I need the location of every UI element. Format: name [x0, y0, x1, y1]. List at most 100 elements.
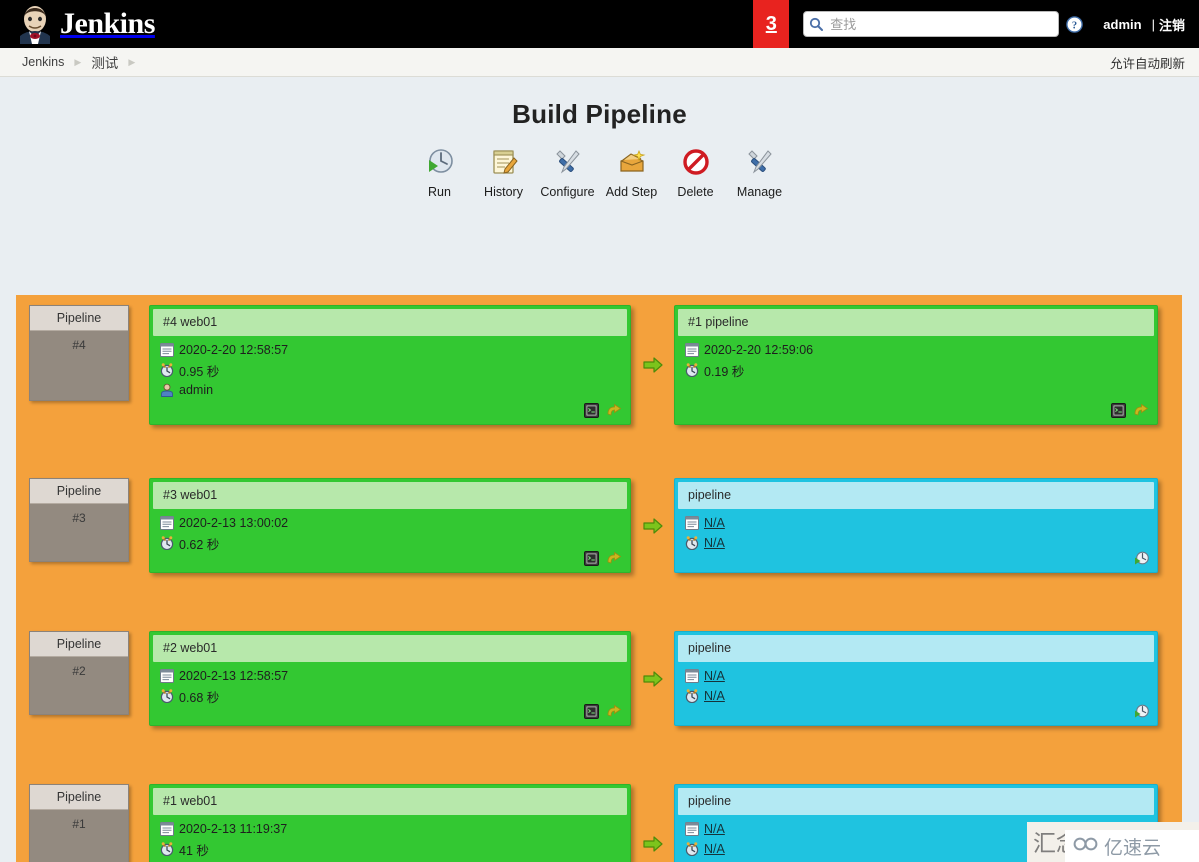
build-queue-badge[interactable]: 3 [753, 0, 790, 48]
cloud-logo-icon [1073, 835, 1099, 858]
breadcrumb-item-jenkins[interactable]: Jenkins [22, 55, 64, 69]
stage-card-title[interactable]: #1 pipeline [678, 309, 1154, 336]
console-output-icon[interactable] [584, 551, 599, 566]
trigger-run-icon[interactable] [1134, 551, 1149, 566]
svg-text:?: ? [1072, 20, 1077, 31]
stage-timestamp-text[interactable]: N/A [704, 669, 725, 683]
stage-card-title[interactable]: #3 web01 [153, 482, 627, 509]
history-notepad-icon [489, 146, 519, 178]
stage-timestamp-text[interactable]: N/A [704, 516, 725, 530]
pipeline-stage-card[interactable]: pipeline N/A N/A [674, 631, 1158, 726]
pipeline-header-title: Pipeline [30, 632, 128, 657]
rerun-arrow-icon[interactable] [607, 551, 622, 566]
stage-card-title[interactable]: #2 web01 [153, 635, 627, 662]
clock-icon [685, 842, 699, 857]
search-input[interactable] [803, 11, 1060, 37]
watermark-overlay: 汇念 亿速云 [1027, 822, 1199, 862]
trigger-run-icon[interactable] [1134, 704, 1149, 719]
flow-arrow-icon [643, 671, 663, 692]
stage-timestamp: N/A [685, 666, 1147, 686]
top-navigation-bar: Jenkins 3 ? admin | 注销 [0, 0, 1199, 48]
configure-button[interactable]: Configure [536, 146, 600, 199]
console-output-icon[interactable] [584, 403, 599, 418]
pipeline-stage-card[interactable]: pipeline N/A N/A [674, 478, 1158, 573]
pipeline-header-box[interactable]: Pipeline #3 [29, 478, 129, 562]
flow-connector-arrow [643, 670, 663, 688]
build-pipeline-panel: Pipeline #4 #4 web01 2020-2-20 12:58:57 0.95… [16, 295, 1182, 862]
stage-card-actions [584, 704, 622, 719]
history-button[interactable]: History [472, 146, 536, 199]
flow-arrow-icon [643, 836, 663, 857]
flow-connector-arrow [643, 835, 663, 853]
pipeline-stage-card[interactable]: #3 web01 2020-2-13 13:00:02 0.62 秒 [149, 478, 631, 573]
add-step-label: Add Step [605, 185, 658, 199]
stage-card-title[interactable]: pipeline [678, 635, 1154, 662]
run-label: Run [428, 185, 451, 199]
pipeline-stage-card[interactable]: #2 web01 2020-2-13 12:58:57 0.68 秒 [149, 631, 631, 726]
watermark-badge-text: 亿速云 [1104, 837, 1162, 859]
auto-refresh-link[interactable]: 允许自动刷新 [1110, 53, 1185, 72]
pipeline-stage-card[interactable]: #4 web01 2020-2-20 12:58:57 0.95 秒 admin [149, 305, 631, 425]
breadcrumb-item-project[interactable]: 测试 [91, 52, 118, 72]
stage-card-title[interactable]: pipeline [678, 482, 1154, 509]
stage-timestamp-text: 2020-2-20 12:58:57 [179, 343, 289, 357]
current-user-label[interactable]: admin [1103, 17, 1141, 32]
stage-duration: 0.68 秒 [160, 686, 620, 706]
stage-duration: 0.19 秒 [685, 360, 1147, 380]
stage-card-body: 2020-2-20 12:59:06 0.19 秒 [675, 336, 1157, 380]
configure-wrench-icon [553, 146, 583, 178]
header-separator: | [1151, 16, 1155, 32]
stage-duration: N/A [685, 686, 1147, 706]
manage-button[interactable]: Manage [728, 146, 792, 199]
stage-card-title[interactable]: #1 web01 [153, 788, 627, 815]
stage-card-actions [1134, 704, 1149, 719]
stage-card-title[interactable]: pipeline [678, 788, 1154, 815]
breadcrumb: Jenkins ▶ 测试 ▶ 允许自动刷新 [0, 48, 1199, 77]
pipeline-header-box[interactable]: Pipeline #1 [29, 784, 129, 862]
delete-button[interactable]: Delete [664, 146, 728, 199]
stage-duration-text: 41 秒 [179, 843, 209, 858]
clock-icon [685, 536, 699, 551]
pipeline-header-box[interactable]: Pipeline #2 [29, 631, 129, 715]
calendar-icon [685, 669, 699, 683]
pipeline-header-title: Pipeline [30, 785, 128, 810]
calendar-icon [685, 822, 699, 836]
stage-duration-text: 0.62 秒 [179, 537, 220, 552]
stage-card-body: N/A N/A [675, 509, 1157, 553]
stage-duration: 41 秒 [160, 839, 620, 859]
flow-arrow-icon [643, 357, 663, 378]
calendar-icon [160, 343, 174, 357]
jenkins-home-link[interactable]: Jenkins [0, 0, 155, 48]
pipeline-stage-card[interactable]: #1 web012020-2-13 11:19:3741 秒admin [149, 784, 631, 862]
run-clock-play-icon [425, 146, 455, 178]
watermark-badge: 亿速云 [1065, 830, 1199, 862]
chevron-right-icon: ▶ [128, 56, 136, 67]
rerun-arrow-icon[interactable] [607, 704, 622, 719]
pipeline-header-box[interactable]: Pipeline #4 [29, 305, 129, 401]
stage-timestamp-text[interactable]: N/A [704, 822, 725, 836]
delete-forbidden-icon [681, 146, 711, 178]
stage-timestamp: 2020-2-20 12:58:57 [160, 340, 620, 360]
rerun-arrow-icon[interactable] [607, 403, 622, 418]
delete-label: Delete [677, 185, 714, 199]
stage-timestamp: 2020-2-13 13:00:02 [160, 513, 620, 533]
stage-duration-text: 0.68 秒 [179, 690, 220, 705]
flow-connector-arrow [643, 356, 663, 374]
add-step-button[interactable]: Add Step [600, 146, 664, 199]
logout-link[interactable]: 注销 [1159, 15, 1185, 34]
run-button[interactable]: Run [408, 146, 472, 199]
stage-duration-text[interactable]: N/A [704, 842, 725, 856]
stage-card-body: N/A N/A [675, 662, 1157, 706]
chevron-right-icon: ▶ [74, 56, 82, 67]
pipeline-stage-card[interactable]: #1 pipeline 2020-2-20 12:59:06 0.19 秒 [674, 305, 1158, 425]
stage-duration-text[interactable]: N/A [704, 536, 725, 550]
help-circle-icon[interactable]: ? [1066, 15, 1084, 33]
calendar-icon [685, 343, 699, 357]
stage-card-title[interactable]: #4 web01 [153, 309, 627, 336]
stage-duration-text[interactable]: N/A [704, 689, 725, 703]
rerun-arrow-icon[interactable] [1134, 403, 1149, 418]
console-output-icon[interactable] [1111, 403, 1126, 418]
stage-duration: 0.95 秒 [160, 360, 620, 380]
stage-timestamp-text: 2020-2-13 11:19:37 [179, 822, 288, 836]
console-output-icon[interactable] [584, 704, 599, 719]
